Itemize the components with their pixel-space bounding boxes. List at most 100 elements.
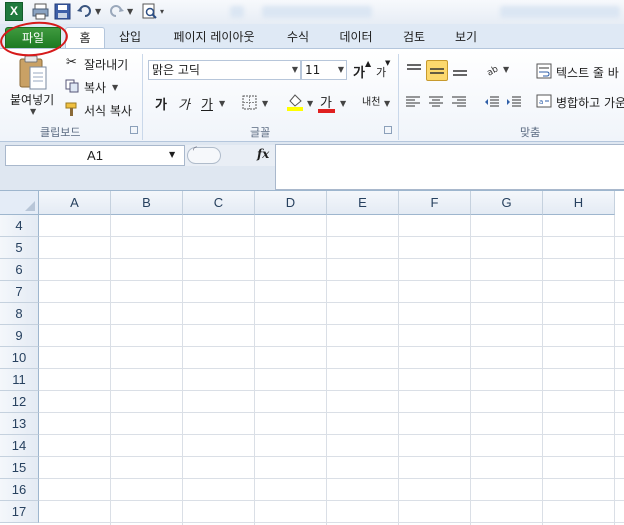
align-right-icon[interactable] bbox=[451, 95, 467, 109]
formula-bar-expander[interactable]: ◜ bbox=[187, 145, 221, 164]
orientation-icon[interactable]: ab bbox=[484, 61, 502, 78]
tab-insert[interactable]: 삽입 bbox=[108, 27, 152, 48]
paste-icon[interactable] bbox=[14, 53, 52, 93]
wrap-text-icon[interactable] bbox=[536, 63, 552, 79]
font-color-swatch bbox=[318, 109, 335, 113]
row-header-16[interactable]: 16 bbox=[0, 479, 39, 501]
group-divider bbox=[398, 54, 399, 140]
gridline-horizontal bbox=[39, 236, 624, 237]
row-header-9[interactable]: 9 bbox=[0, 325, 39, 347]
redo-icon[interactable] bbox=[108, 3, 125, 20]
row-header-14[interactable]: 14 bbox=[0, 435, 39, 457]
gridline-horizontal bbox=[39, 302, 624, 303]
format-painter-icon[interactable] bbox=[64, 101, 80, 117]
column-header-h[interactable]: H bbox=[543, 191, 615, 215]
insert-function-icon[interactable]: fx bbox=[257, 147, 269, 161]
wrap-text-label[interactable]: 텍스트 줄 바 bbox=[556, 64, 619, 81]
tab-home[interactable]: 홈 bbox=[65, 27, 105, 48]
gridline-horizontal bbox=[39, 346, 624, 347]
gridline-horizontal bbox=[39, 412, 624, 413]
row-header-13[interactable]: 13 bbox=[0, 413, 39, 435]
spreadsheet-grid[interactable]: ABCDEFGH 4 5 6 7 8 9 10 11 12 13 14 15 16 17 bbox=[0, 190, 624, 525]
paste-dropdown-icon[interactable]: ▼ bbox=[30, 107, 36, 116]
row-header-17[interactable]: 17 bbox=[0, 501, 39, 523]
name-box-dropdown-icon[interactable]: ▼ bbox=[169, 150, 175, 159]
orientation-dropdown-icon[interactable]: ▼ bbox=[503, 65, 509, 74]
borders-icon[interactable] bbox=[242, 95, 257, 110]
bold-button[interactable]: 가 bbox=[155, 94, 167, 113]
gridline-horizontal bbox=[39, 280, 624, 281]
tab-formulas[interactable]: 수식 bbox=[276, 27, 320, 48]
font-size-combo[interactable]: 11 ▼ bbox=[301, 60, 347, 80]
copy-dropdown-icon[interactable]: ▼ bbox=[112, 83, 118, 92]
column-header-b[interactable]: B bbox=[111, 191, 183, 215]
decrease-indent-icon[interactable] bbox=[484, 95, 500, 109]
tab-file[interactable]: 파일 bbox=[5, 27, 61, 48]
row-header-8[interactable]: 8 bbox=[0, 303, 39, 325]
copy-icon[interactable] bbox=[65, 79, 79, 93]
gridline-horizontal bbox=[39, 478, 624, 479]
align-left-icon[interactable] bbox=[405, 95, 421, 109]
fill-color-icon[interactable] bbox=[286, 92, 304, 112]
column-header-a[interactable]: A bbox=[39, 191, 111, 215]
redo-dropdown-icon[interactable]: ▼ bbox=[127, 7, 133, 16]
row-header-12[interactable]: 12 bbox=[0, 391, 39, 413]
tab-page-layout[interactable]: 페이지 레이아웃 bbox=[160, 27, 268, 48]
formula-input[interactable] bbox=[275, 144, 624, 190]
save-icon[interactable] bbox=[54, 3, 71, 20]
copy-label[interactable]: 복사 bbox=[84, 79, 106, 96]
row-header-4[interactable]: 4 bbox=[0, 215, 39, 237]
select-all-corner[interactable] bbox=[0, 191, 39, 215]
align-center-icon[interactable] bbox=[428, 95, 444, 109]
column-header-d[interactable]: D bbox=[255, 191, 327, 215]
phonetic-dropdown-icon[interactable]: ▼ bbox=[384, 99, 390, 108]
column-header-f[interactable]: F bbox=[399, 191, 471, 215]
excel-app-icon[interactable]: X bbox=[5, 2, 23, 21]
scissors-icon[interactable]: ✂ bbox=[66, 55, 77, 70]
borders-dropdown-icon[interactable]: ▼ bbox=[262, 99, 268, 108]
clipboard-launcher-icon[interactable] bbox=[130, 126, 138, 134]
align-top-icon[interactable] bbox=[405, 62, 423, 78]
row-header-5[interactable]: 5 bbox=[0, 237, 39, 259]
chevron-down-icon: ▼ bbox=[291, 65, 298, 74]
tab-view[interactable]: 보기 bbox=[444, 27, 488, 48]
format-painter-label[interactable]: 서식 복사 bbox=[84, 102, 132, 119]
merge-center-label[interactable]: 병합하고 가운 bbox=[556, 94, 624, 111]
font-launcher-icon[interactable] bbox=[384, 126, 392, 134]
tab-review[interactable]: 검토 bbox=[392, 27, 436, 48]
print-icon[interactable] bbox=[32, 3, 49, 20]
row-header-10[interactable]: 10 bbox=[0, 347, 39, 369]
tab-data[interactable]: 데이터 bbox=[330, 27, 382, 48]
name-box[interactable]: A1 bbox=[5, 145, 185, 166]
row-header-15[interactable]: 15 bbox=[0, 457, 39, 479]
blurred-area bbox=[500, 6, 620, 18]
merge-center-icon[interactable]: a bbox=[536, 93, 552, 109]
underline-dropdown-icon[interactable]: ▼ bbox=[219, 99, 225, 108]
blurred-area bbox=[262, 6, 372, 18]
cut-label[interactable]: 잘라내기 bbox=[84, 56, 128, 73]
align-middle-icon[interactable] bbox=[426, 60, 448, 81]
undo-icon[interactable] bbox=[76, 3, 93, 20]
italic-button[interactable]: 가 bbox=[178, 94, 190, 113]
phonetic-button[interactable]: 내천 bbox=[362, 93, 380, 108]
formula-bar-area: A1 ▼ ◜ fx bbox=[0, 142, 624, 190]
underline-button[interactable]: 가 bbox=[201, 94, 213, 113]
column-header-c[interactable]: C bbox=[183, 191, 255, 215]
svg-text:a: a bbox=[539, 98, 543, 106]
undo-dropdown-icon[interactable]: ▼ bbox=[95, 7, 101, 16]
align-bottom-icon[interactable] bbox=[451, 62, 469, 78]
column-header-e[interactable]: E bbox=[327, 191, 399, 215]
column-header-g[interactable]: G bbox=[471, 191, 543, 215]
font-name-combo[interactable]: 맑은 고딕 ▼ bbox=[148, 60, 301, 80]
font-size-value: 11 bbox=[305, 63, 321, 77]
increase-indent-icon[interactable] bbox=[506, 95, 522, 109]
fill-color-dropdown-icon[interactable]: ▼ bbox=[307, 99, 313, 108]
grow-font-button[interactable]: 가 bbox=[353, 62, 365, 81]
font-color-dropdown-icon[interactable]: ▼ bbox=[340, 99, 346, 108]
row-header-7[interactable]: 7 bbox=[0, 281, 39, 303]
row-header-11[interactable]: 11 bbox=[0, 369, 39, 391]
paste-label[interactable]: 붙여넣기 bbox=[10, 91, 54, 108]
row-header-6[interactable]: 6 bbox=[0, 259, 39, 281]
customize-toolbar-icon[interactable]: ▾ bbox=[160, 7, 164, 16]
print-preview-icon[interactable] bbox=[141, 3, 158, 20]
